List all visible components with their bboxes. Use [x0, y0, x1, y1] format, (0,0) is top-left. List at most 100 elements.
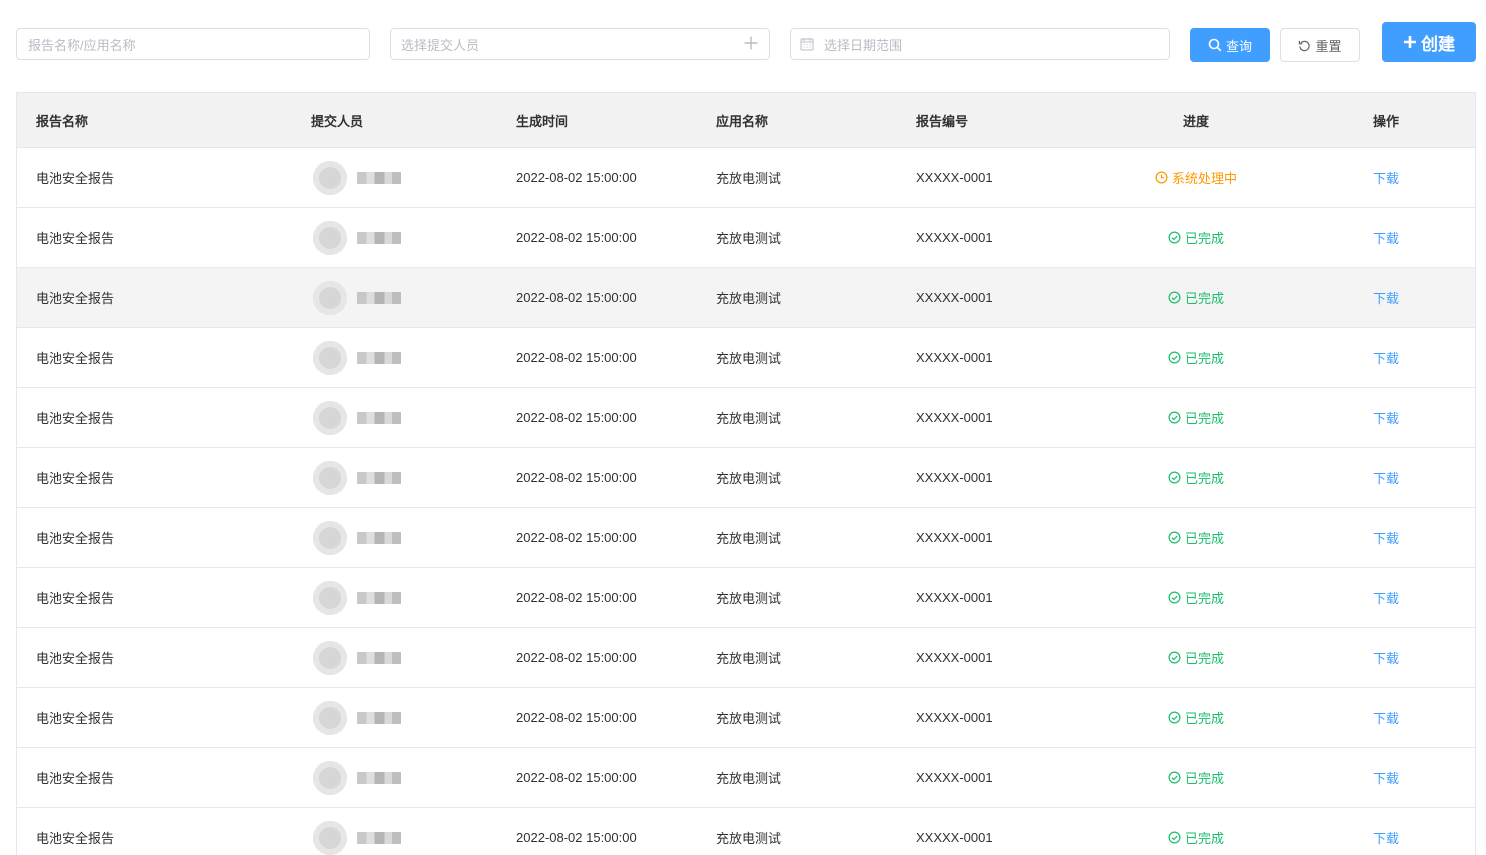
generated-time-cell: 2022-08-02 15:00:00	[516, 170, 637, 185]
download-link[interactable]: 下载	[1373, 708, 1399, 727]
actions-cell: 下载	[1346, 148, 1426, 207]
redacted-submitter-name	[357, 291, 401, 304]
table-row: 电池安全报告 2022-08-02 15:00:00 充放电测试 XXXXX-0001…	[17, 148, 1475, 208]
status-label: 已完成	[1184, 471, 1224, 486]
generated-time-cell: 2022-08-02 15:00:00	[516, 650, 637, 665]
download-link[interactable]: 下载	[1373, 228, 1399, 247]
avatar	[313, 400, 347, 435]
submitter-cell	[311, 268, 401, 327]
actions-cell: 下载	[1346, 568, 1426, 627]
progress-cell: 已完成	[1096, 208, 1296, 267]
status-label: 已完成	[1184, 351, 1224, 366]
report-name-cell: 电池安全报告	[36, 171, 115, 186]
download-link[interactable]: 下载	[1373, 528, 1399, 547]
table-row: 电池安全报告 2022-08-02 15:00:00 充放电测试 XXXXX-0001…	[17, 688, 1475, 748]
generated-time-cell: 2022-08-02 15:00:00	[516, 590, 637, 605]
check-circle-icon	[1168, 351, 1181, 364]
check-circle-icon	[1168, 291, 1181, 304]
avatar	[313, 580, 347, 615]
avatar	[313, 820, 347, 855]
download-link[interactable]: 下载	[1373, 768, 1399, 787]
status-badge: 已完成	[1168, 648, 1224, 667]
progress-cell: 已完成	[1096, 268, 1296, 327]
download-link[interactable]: 下载	[1373, 348, 1399, 367]
report-name-cell: 电池安全报告	[36, 231, 115, 246]
report-search-input[interactable]: 报告名称/应用名称	[16, 28, 370, 60]
submitter-cell	[311, 568, 401, 627]
report-code-cell: XXXXX-0001	[916, 230, 993, 245]
download-link[interactable]: 下载	[1373, 828, 1399, 847]
app-name-cell: 充放电测试	[716, 771, 782, 786]
submitter-cell	[311, 148, 401, 207]
avatar	[313, 640, 347, 675]
submitter-cell	[311, 208, 401, 267]
generated-time-cell: 2022-08-02 15:00:00	[516, 710, 637, 725]
progress-cell: 已完成	[1096, 448, 1296, 507]
submitter-cell	[311, 688, 401, 747]
app-name-cell: 充放电测试	[716, 351, 782, 366]
column-header-generated-time: 生成时间	[516, 113, 569, 129]
table-row: 电池安全报告 2022-08-02 15:00:00 充放电测试 XXXXX-0001…	[17, 208, 1475, 268]
status-badge: 已完成	[1168, 708, 1224, 727]
app-name-cell: 充放电测试	[716, 291, 782, 306]
progress-cell: 已完成	[1096, 328, 1296, 387]
filter-toolbar: 报告名称/应用名称 选择提交人员 选择日期范围 查询 重置 创建	[0, 0, 1486, 80]
generated-time-cell: 2022-08-02 15:00:00	[516, 410, 637, 425]
report-code-cell: XXXXX-0001	[916, 650, 993, 665]
status-badge: 系统处理中	[1155, 168, 1237, 187]
app-name-cell: 充放电测试	[716, 591, 782, 606]
avatar	[313, 280, 347, 315]
app-name-cell: 充放电测试	[716, 411, 782, 426]
create-button[interactable]: 创建	[1382, 22, 1476, 62]
redacted-submitter-name	[357, 531, 401, 544]
avatar	[313, 160, 347, 195]
submitter-cell	[311, 388, 401, 447]
status-badge: 已完成	[1168, 288, 1224, 307]
actions-cell: 下载	[1346, 268, 1426, 327]
report-code-cell: XXXXX-0001	[916, 590, 993, 605]
column-header-actions: 操作	[1372, 113, 1399, 129]
report-code-cell: XXXXX-0001	[916, 770, 993, 785]
search-icon	[1208, 38, 1222, 52]
table-row: 电池安全报告 2022-08-02 15:00:00 充放电测试 XXXXX-0001…	[17, 628, 1475, 688]
query-button[interactable]: 查询	[1190, 28, 1270, 62]
column-header-app-name: 应用名称	[716, 113, 769, 129]
app-name-cell: 充放电测试	[716, 171, 782, 186]
download-link[interactable]: 下载	[1373, 648, 1399, 667]
plus-icon[interactable]	[743, 35, 759, 51]
actions-cell: 下载	[1346, 508, 1426, 567]
generated-time-cell: 2022-08-02 15:00:00	[516, 290, 637, 305]
progress-cell: 已完成	[1096, 568, 1296, 627]
check-circle-icon	[1168, 231, 1181, 244]
download-link[interactable]: 下载	[1373, 288, 1399, 307]
download-link[interactable]: 下载	[1373, 468, 1399, 487]
report-name-cell: 电池安全报告	[36, 711, 115, 726]
status-label: 已完成	[1184, 831, 1224, 846]
report-code-cell: XXXXX-0001	[916, 290, 993, 305]
status-badge: 已完成	[1168, 228, 1224, 247]
status-label: 已完成	[1184, 411, 1224, 426]
column-header-report-name: 报告名称	[36, 113, 89, 129]
actions-cell: 下载	[1346, 808, 1426, 855]
check-circle-icon	[1168, 471, 1181, 484]
submitter-cell	[311, 628, 401, 687]
actions-cell: 下载	[1346, 328, 1426, 387]
download-link[interactable]: 下载	[1373, 408, 1399, 427]
submitter-select[interactable]: 选择提交人员	[390, 28, 770, 60]
report-code-cell: XXXXX-0001	[916, 410, 993, 425]
app-name-cell: 充放电测试	[716, 711, 782, 726]
avatar	[313, 700, 347, 735]
download-link[interactable]: 下载	[1373, 168, 1399, 187]
date-range-placeholder: 选择日期范围	[824, 37, 903, 53]
app-name-cell: 充放电测试	[716, 831, 782, 846]
redacted-submitter-name	[357, 651, 401, 664]
date-range-picker[interactable]: 选择日期范围	[790, 28, 1170, 60]
redacted-submitter-name	[357, 831, 401, 844]
check-circle-icon	[1168, 591, 1181, 604]
status-label: 已完成	[1184, 231, 1224, 246]
download-link[interactable]: 下载	[1373, 588, 1399, 607]
reset-button[interactable]: 重置	[1280, 28, 1360, 62]
submitter-cell	[311, 748, 401, 807]
progress-cell: 已完成	[1096, 388, 1296, 447]
status-badge: 已完成	[1168, 828, 1224, 847]
